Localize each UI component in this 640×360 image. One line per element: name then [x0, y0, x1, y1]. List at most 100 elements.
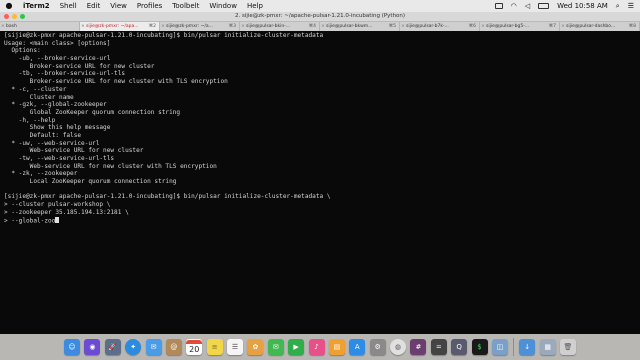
terminal-line-text: Broker-service URL for new cluster with … — [4, 78, 228, 86]
terminal-pane[interactable]: [sijie@zk-pmxr apache-pulsar-1.21.0-incu… — [0, 31, 640, 334]
screen-icon[interactable] — [494, 3, 503, 9]
terminal-line: Cluster name — [4, 94, 640, 102]
tab-2[interactable]: × sijie@zk-pmxr: ~/apa... ⌘2 — [80, 22, 160, 31]
tab-6[interactable]: × sijie@pulsar-b7k-... ⌘6 — [400, 22, 480, 31]
close-tab-icon[interactable]: × — [401, 22, 405, 31]
menu-window[interactable]: Window — [204, 0, 242, 12]
terminal-line-text: Usage: <main class> [options] — [4, 39, 111, 47]
status-area: ◠ ◁ Wed 10:58 AM ⌕ ☰ — [487, 0, 640, 12]
dock-glyph: # — [415, 343, 422, 351]
terminal-line-text: [sijie@zk-pmxr apache-pulsar-1.21.0-incu… — [4, 32, 324, 39]
ibooks-icon[interactable]: ▤ — [328, 339, 345, 355]
siri-icon[interactable]: ◉ — [84, 339, 101, 355]
notes-icon[interactable]: ≡ — [206, 339, 223, 355]
dock-glyph: ≡ — [211, 343, 218, 351]
close-tab-icon[interactable]: × — [481, 22, 485, 31]
iterm-icon[interactable]: $ — [471, 339, 488, 355]
tab-shortcut: ⌘2 — [148, 24, 156, 29]
volume-icon[interactable]: ◁ — [525, 0, 530, 12]
close-tab-icon[interactable]: × — [81, 22, 85, 31]
menu-help[interactable]: Help — [242, 0, 268, 12]
terminal-line-text: * -zk, --zookeeper — [4, 170, 78, 178]
reminders-icon[interactable]: ☰ — [227, 339, 243, 355]
menu-view[interactable]: View — [105, 0, 132, 12]
tab-7[interactable]: × sijie@pulsar-bg5-... ⌘7 — [480, 22, 560, 31]
terminal-line: > --cluster pulsar-workshop \ — [4, 201, 640, 209]
search-icon[interactable]: ⌕ — [616, 0, 620, 12]
dock-glyph: ◫ — [496, 343, 504, 351]
terminal-line-text: Local ZooKeeper quorum connection string — [4, 178, 177, 186]
terminal-line: * -uw, --web-service-url — [4, 140, 640, 148]
terminal-line: Options: — [4, 47, 640, 55]
calculator-icon[interactable]: = — [430, 339, 447, 355]
tab-8[interactable]: × sijie@pulsar-dashbo... ⌘8 — [560, 22, 640, 31]
wifi-icon[interactable]: ◠ — [511, 0, 517, 12]
zoom-window-button[interactable] — [20, 14, 25, 19]
tab-5[interactable]: × sijie@pulsar-bkwm... ⌘5 — [320, 22, 400, 31]
close-tab-icon[interactable]: × — [561, 22, 565, 31]
menu-shell[interactable]: Shell — [55, 0, 82, 12]
app-store-icon[interactable]: A — [349, 339, 366, 355]
quicktime-icon[interactable]: Q — [451, 339, 468, 355]
photos-icon[interactable]: ✿ — [247, 339, 264, 355]
tab-shortcut: ⌘4 — [308, 24, 316, 29]
minimize-window-button[interactable] — [12, 14, 17, 19]
contacts-icon[interactable]: @ — [165, 339, 182, 355]
dock-glyph: ▦ — [544, 343, 551, 351]
tab-label: sijie@pulsar-bkin-... — [246, 24, 291, 29]
menu-toolbelt[interactable]: Toolbelt — [167, 0, 204, 12]
trash-icon[interactable]: 🗑 — [560, 339, 576, 355]
apple-menu-icon[interactable]: ● — [0, 0, 18, 12]
chrome-icon[interactable]: ◍ — [390, 339, 406, 355]
tab-4[interactable]: × sijie@pulsar-bkin-... ⌘4 — [240, 22, 320, 31]
tab-label: sijie@pulsar-b7k-... — [406, 24, 449, 29]
system-preferences-icon[interactable]: ⚙ — [369, 339, 386, 355]
mail-icon[interactable]: ✉ — [145, 339, 162, 355]
dock-glyph: ☰ — [231, 343, 239, 351]
tab-label: sijie@zk-pmxr: ~/apa... — [86, 24, 139, 29]
terminal-line-text: -ub, --broker-service-url — [4, 55, 111, 63]
terminal-output: [sijie@zk-pmxr apache-pulsar-1.21.0-incu… — [0, 31, 640, 224]
dock-glyph: ↓ — [524, 343, 531, 351]
downloads-icon[interactable]: ↓ — [519, 339, 536, 355]
dock-glyph: ✉ — [272, 343, 279, 351]
clock[interactable]: Wed 10:58 AM — [557, 0, 608, 12]
terminal-line: > --global-zoo — [4, 216, 640, 225]
battery-icon[interactable] — [538, 3, 550, 9]
close-tab-icon[interactable]: × — [241, 22, 245, 31]
music-icon[interactable]: ♪ — [308, 339, 325, 355]
terminal-line: * -gzk, --global-zookeeper — [4, 101, 640, 109]
tab-1[interactable]: × bash — [0, 22, 80, 31]
notification-center-icon[interactable]: ☰ — [628, 0, 634, 12]
calendar-icon[interactable]: 20 — [186, 339, 203, 355]
facetime-icon[interactable]: ▶ — [288, 339, 305, 355]
window-title: 2. sijie@zk-pmxr: ~/apache-pulsar-1.21.0… — [234, 13, 406, 19]
close-tab-icon[interactable]: × — [1, 22, 5, 31]
preview-icon[interactable]: ◫ — [491, 339, 508, 355]
close-tab-icon[interactable]: × — [321, 22, 325, 31]
close-window-button[interactable] — [4, 14, 9, 19]
terminal-line-text: [sijie@zk-pmxr apache-pulsar-1.21.0-incu… — [4, 193, 331, 201]
launchpad-icon[interactable]: 🚀 — [104, 339, 121, 355]
finder-icon[interactable]: ☺ — [64, 339, 80, 355]
documents-icon[interactable]: ▦ — [539, 339, 556, 355]
close-tab-icon[interactable]: × — [161, 22, 165, 31]
terminal-line-text: Global ZooKeeper quorum connection strin… — [4, 108, 181, 116]
tab-bar: × bash × sijie@zk-pmxr: ~/apa... ⌘2 × si… — [0, 22, 640, 31]
menu-profiles[interactable]: Profiles — [132, 0, 167, 12]
dock-glyph: ✉ — [150, 343, 157, 351]
menu-app-name[interactable]: iTerm2 — [18, 0, 55, 12]
dock-glyph: $ — [477, 343, 482, 351]
terminal-line: [sijie@zk-pmxr apache-pulsar-1.21.0-incu… — [4, 32, 640, 40]
tab-3[interactable]: × sijie@zk-pmxr: ~/a... ⌘3 — [160, 22, 240, 31]
messages-icon[interactable]: ✉ — [267, 339, 284, 355]
safari-icon[interactable]: ✦ — [125, 339, 142, 355]
dock-glyph: @ — [170, 343, 178, 351]
dock-glyph: ✿ — [252, 343, 259, 351]
slack-icon[interactable]: # — [410, 339, 427, 355]
dock-glyph: ◍ — [394, 343, 402, 351]
dock-glyph: A — [354, 343, 360, 351]
dock-glyph: 🚀 — [108, 343, 118, 351]
terminal-line-text: > --cluster pulsar-workshop \ — [4, 201, 111, 209]
menu-edit[interactable]: Edit — [82, 0, 106, 12]
